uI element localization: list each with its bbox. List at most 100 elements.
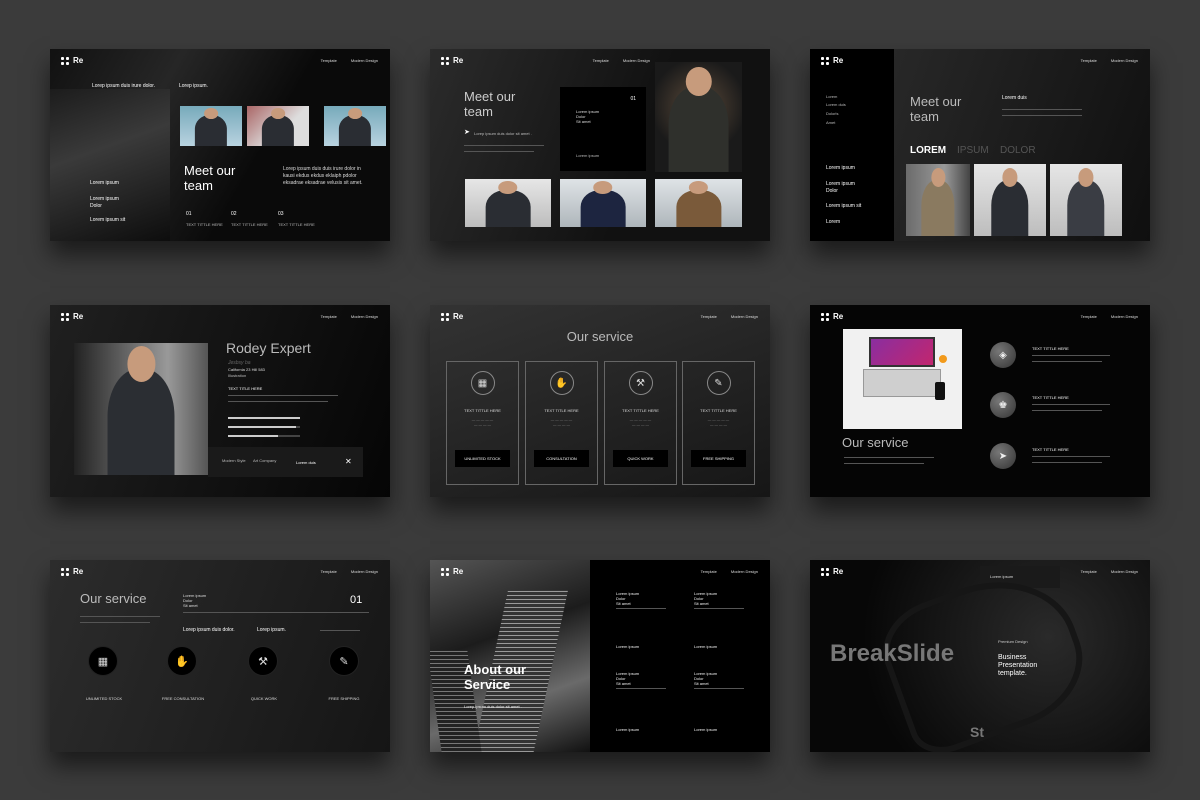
card-text: — — — — — — — — — bbox=[629, 418, 652, 427]
card-button[interactable]: QUICK WORK bbox=[613, 450, 668, 467]
footer-2: Art Company bbox=[253, 458, 277, 463]
side-a2: Lorem duis bbox=[826, 102, 846, 107]
num: 01 bbox=[350, 594, 363, 606]
stock-icon: ▦ bbox=[88, 646, 118, 676]
title-line2: team bbox=[910, 109, 939, 124]
label: TEXT TITLE HERE bbox=[228, 386, 263, 391]
title: Our service bbox=[842, 435, 909, 450]
nav: Template Modern Design bbox=[700, 314, 758, 319]
mid-text: Lorep ipsum duis dolor. bbox=[183, 627, 235, 633]
shield-icon: ◈ bbox=[990, 342, 1016, 368]
tab-dolor[interactable]: DOLOR bbox=[1000, 146, 1036, 156]
divider bbox=[694, 608, 744, 609]
divider bbox=[228, 395, 338, 396]
title-line1: About our bbox=[464, 662, 527, 677]
send-icon: ➤ bbox=[990, 443, 1016, 469]
service-card-1[interactable]: ▦ TEXT TITTLE HERE — — — — — — — — — UNLI… bbox=[446, 361, 519, 485]
divider bbox=[464, 145, 544, 146]
side-b3: Dolor bbox=[826, 188, 838, 194]
team-photo-3 bbox=[655, 179, 742, 227]
premium-label: Premium Design bbox=[998, 639, 1028, 644]
title: Our service bbox=[566, 329, 634, 344]
card-button[interactable]: CONSULTATION bbox=[534, 450, 589, 467]
box-l3: Sit amet bbox=[576, 119, 591, 124]
consultation-icon: ✋ bbox=[167, 646, 197, 676]
footer-1: Modern Style bbox=[222, 458, 246, 463]
b4-small: Lorem ipsum bbox=[694, 727, 718, 732]
step-4: FREE SHIPPING bbox=[328, 696, 360, 701]
divider bbox=[844, 463, 924, 464]
nav: Template Modern Design bbox=[320, 569, 378, 574]
grid-icon bbox=[821, 567, 829, 576]
body-text: Lorep ipsum duis duis irure dolor in kau… bbox=[283, 166, 363, 186]
item-title-3: TEXT TITTLE HERE bbox=[1032, 447, 1069, 452]
slide-about-service[interactable]: Re Template Modern Design About our Servi… bbox=[430, 560, 770, 752]
card-button[interactable]: FREE SHIPPING bbox=[691, 450, 746, 467]
side-3: Dolor bbox=[90, 203, 102, 209]
tag: Lorem ipsum bbox=[990, 574, 1014, 579]
shipping-icon: ✎ bbox=[329, 646, 359, 676]
num-3: 03 bbox=[278, 211, 284, 217]
progress-1 bbox=[228, 417, 300, 419]
service-card-4[interactable]: ✎ TEXT TITTLE HERE — — — — — — — — — FREE… bbox=[682, 361, 755, 485]
step-1: UNLIMITED STOCK bbox=[85, 696, 123, 701]
title-line1: Meet our bbox=[910, 94, 962, 109]
team-photo-2 bbox=[560, 179, 646, 227]
card-text: — — — — — — — — — bbox=[471, 418, 494, 427]
info-box: 01 Lorem ipsum Dolor Sit amet Lorem ipsu… bbox=[560, 87, 646, 171]
body-text: Lorep ipsum duis dolor sit amet . bbox=[474, 131, 532, 136]
card-text: — — — — — — — — — bbox=[550, 418, 573, 427]
slide-break[interactable]: Re Lorem ipsum Template Modern Design Bre… bbox=[810, 560, 1150, 752]
logo: Re bbox=[821, 56, 843, 65]
nav: Template Modern Design bbox=[1080, 314, 1138, 319]
lorem-duis: Lorem duis bbox=[1002, 95, 1027, 101]
b3-small: Lorem ipsum bbox=[616, 727, 640, 732]
slide-meet-team-3[interactable]: Re Template Modern Design Lorem Lorem dui… bbox=[810, 49, 1150, 241]
item-title-1: TEXT TITTLE HERE bbox=[1032, 346, 1069, 351]
team-photo-1 bbox=[180, 106, 242, 146]
team-photo-3 bbox=[1050, 164, 1122, 236]
building-photo bbox=[430, 560, 590, 752]
nav: Template Modern Design bbox=[1080, 58, 1138, 63]
slide-service-cards[interactable]: Re Template Modern Design Our service ▦ T… bbox=[430, 305, 770, 497]
slide-service-steps[interactable]: Re Template Modern Design Our service Lor… bbox=[50, 560, 390, 752]
num-2: 02 bbox=[231, 211, 237, 217]
card-title: TEXT TITTLE HERE bbox=[700, 408, 737, 413]
business-l2: Presentation bbox=[998, 662, 1038, 669]
side-a4: Amet bbox=[826, 120, 836, 125]
divider bbox=[1002, 115, 1082, 116]
service-card-3[interactable]: ⚒ TEXT TITTLE HERE — — — — — — — — — QUIC… bbox=[604, 361, 677, 485]
item-title-2: TEXT TITTLE HERE bbox=[1032, 395, 1069, 400]
nav: Template Modern Design bbox=[700, 569, 758, 574]
stock-icon: ▦ bbox=[470, 371, 495, 395]
b3-l3: Sit amet bbox=[616, 681, 631, 686]
step-2: FREE CONSULTATION bbox=[161, 696, 205, 701]
close-icon[interactable]: ✕ bbox=[345, 458, 352, 466]
card-button[interactable]: UNLIMITED STOCK bbox=[455, 450, 510, 467]
address: California 23 Hill 583 bbox=[228, 367, 265, 372]
body-text: Lorep ipsum duis dolor sit amet . bbox=[464, 704, 522, 709]
side-a1: Lorem bbox=[826, 94, 838, 99]
box-small: Lorem ipsum bbox=[576, 153, 600, 158]
arrow-icon: ➤ bbox=[464, 129, 470, 136]
card-title: TEXT TITTLE HERE bbox=[622, 408, 659, 413]
tab-lorem[interactable]: LOREM bbox=[910, 146, 946, 156]
num-1: 01 bbox=[186, 211, 192, 217]
side-a3: Dolorls bbox=[826, 111, 839, 116]
slide-service-laptop[interactable]: Re Template Modern Design Our service ◈ ♚… bbox=[810, 305, 1150, 497]
card-text: — — — — — — — — — bbox=[707, 418, 730, 427]
slide-profile[interactable]: Re Template Modern Design Rodey Expert Je… bbox=[50, 305, 390, 497]
tools-icon: ⚒ bbox=[628, 371, 653, 395]
tab-ipsum[interactable]: IPSUM bbox=[957, 146, 989, 156]
b4-l3: Sit amet bbox=[694, 681, 709, 686]
b1-l3: Sit amet bbox=[616, 601, 631, 606]
service-card-2[interactable]: ✋ TEXT TITLE HERE — — — — — — — — — CONSU… bbox=[525, 361, 598, 485]
divider bbox=[464, 151, 534, 152]
divider bbox=[694, 688, 744, 689]
divider bbox=[228, 401, 328, 402]
slide-meet-team-1[interactable]: Re Template Modern Design Lorep ipsum dui… bbox=[50, 49, 390, 241]
slide-meet-team-2[interactable]: Re Template Modern Design Meet our team ➤… bbox=[430, 49, 770, 241]
big-title: BreakSlide bbox=[830, 640, 955, 667]
footer-lorem: Lorem duis bbox=[296, 460, 316, 465]
title-line2: Service bbox=[464, 677, 511, 692]
